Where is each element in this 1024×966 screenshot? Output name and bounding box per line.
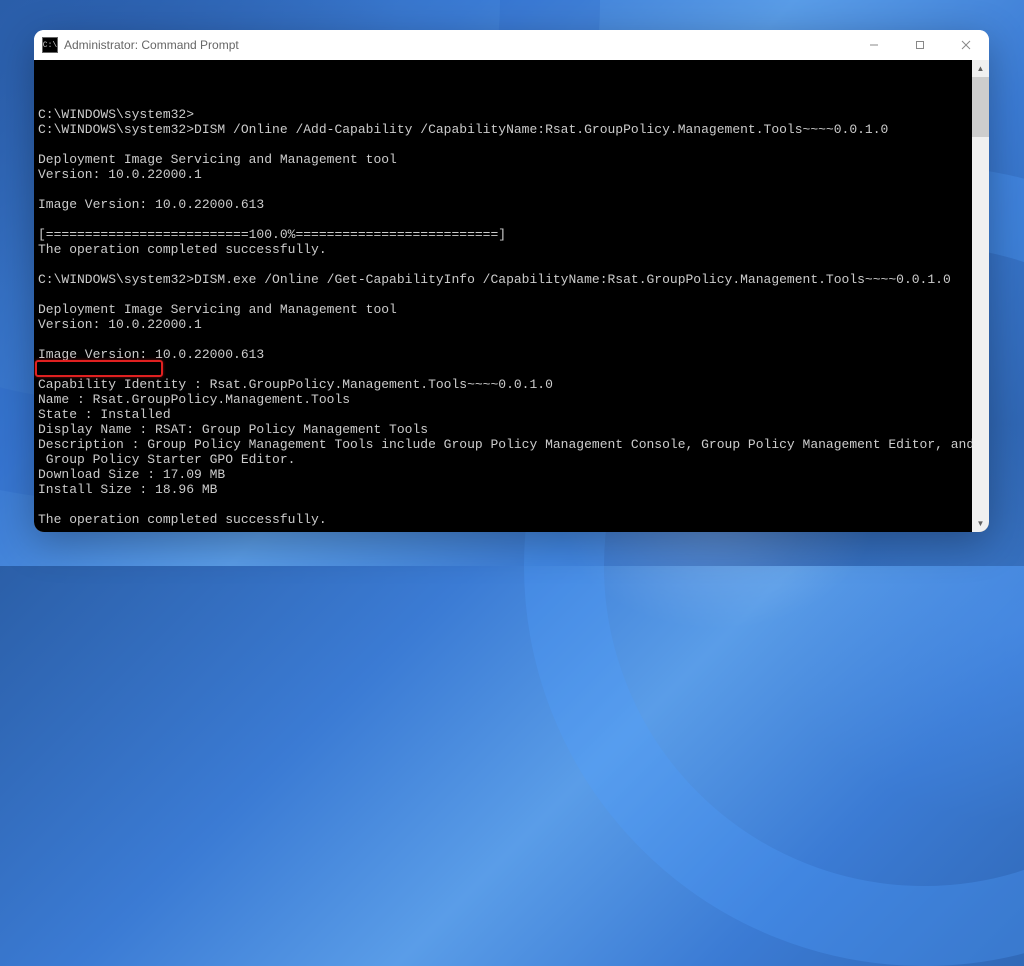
console-line: [38, 287, 985, 302]
console-line: [38, 137, 985, 152]
scroll-down-arrow[interactable]: ▼: [972, 515, 989, 532]
console-line: Description : Group Policy Management To…: [38, 437, 985, 452]
close-icon: [961, 40, 971, 50]
console-line: C:\WINDOWS\system32>DISM.exe /Online /Ge…: [38, 272, 985, 287]
console-line: Download Size : 17.09 MB: [38, 467, 985, 482]
console-line: Group Policy Starter GPO Editor.: [38, 452, 985, 467]
console-line: [38, 362, 985, 377]
console-line: [==========================100.0%=======…: [38, 227, 985, 242]
console-line: [38, 182, 985, 197]
console-output[interactable]: C:\WINDOWS\system32>C:\WINDOWS\system32>…: [34, 60, 989, 532]
maximize-button[interactable]: [897, 30, 943, 60]
console-line: Install Size : 18.96 MB: [38, 482, 985, 497]
close-button[interactable]: [943, 30, 989, 60]
console-line: [38, 212, 985, 227]
console-line: Deployment Image Servicing and Managemen…: [38, 152, 985, 167]
console-line: Deployment Image Servicing and Managemen…: [38, 302, 985, 317]
console-line: Version: 10.0.22000.1: [38, 167, 985, 182]
scrollbar-thumb[interactable]: [972, 77, 989, 137]
console-line: C:\WINDOWS\system32>DISM /Online /Add-Ca…: [38, 122, 985, 137]
window-controls: [851, 30, 989, 60]
console-line: [38, 257, 985, 272]
console-line: Image Version: 10.0.22000.613: [38, 347, 985, 362]
cmd-icon: C:\: [42, 37, 58, 53]
minimize-button[interactable]: [851, 30, 897, 60]
window-title: Administrator: Command Prompt: [64, 38, 239, 52]
console-line: [38, 497, 985, 512]
command-prompt-window: C:\ Administrator: Command Prompt C:\WIN…: [34, 30, 989, 532]
minimize-icon: [869, 40, 879, 50]
console-line: Version: 10.0.22000.1: [38, 317, 985, 332]
maximize-icon: [915, 40, 925, 50]
console-line: [38, 332, 985, 347]
scroll-up-arrow[interactable]: ▲: [972, 60, 989, 77]
console-line: The operation completed successfully.: [38, 242, 985, 257]
console-line: Image Version: 10.0.22000.613: [38, 197, 985, 212]
console-line: The operation completed successfully.: [38, 512, 985, 527]
titlebar[interactable]: C:\ Administrator: Command Prompt: [34, 30, 989, 60]
cmd-icon-label: C:\: [43, 41, 57, 50]
console-line: State : Installed: [38, 407, 985, 422]
vertical-scrollbar[interactable]: ▲ ▼: [972, 60, 989, 532]
console-line: [38, 527, 985, 532]
console-line: Name : Rsat.GroupPolicy.Management.Tools: [38, 392, 985, 407]
console-line: Display Name : RSAT: Group Policy Manage…: [38, 422, 985, 437]
console-line: Capability Identity : Rsat.GroupPolicy.M…: [38, 377, 985, 392]
console-line: C:\WINDOWS\system32>: [38, 107, 985, 122]
